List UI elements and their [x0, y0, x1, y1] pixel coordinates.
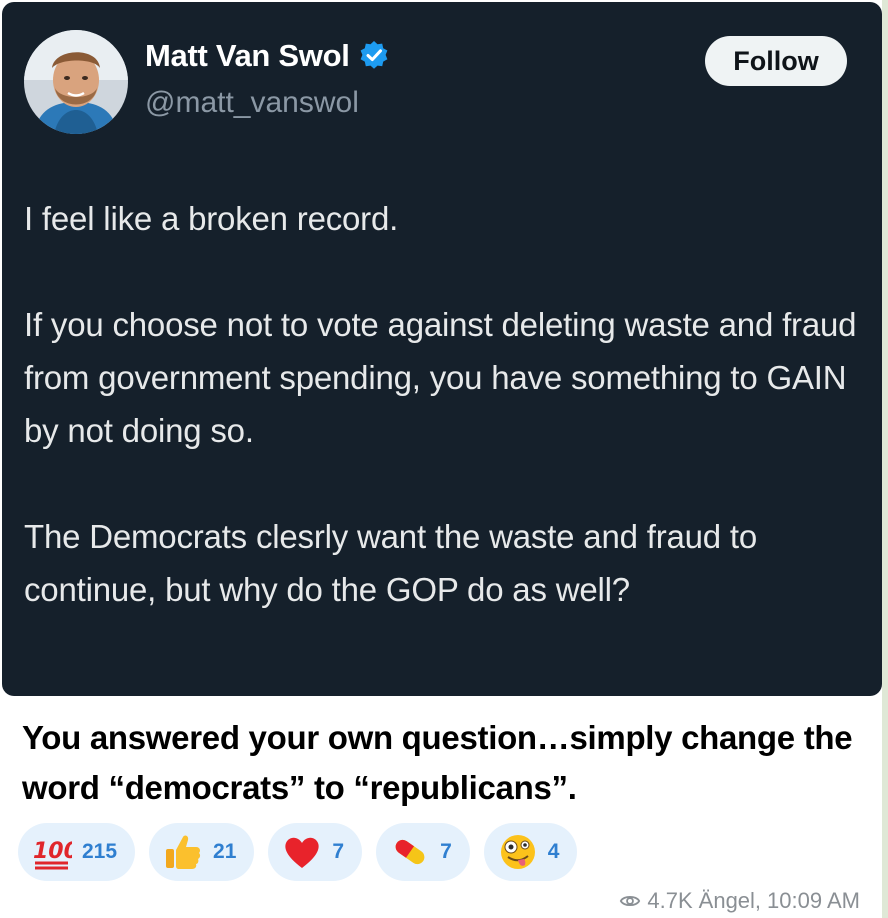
reaction-count: 7: [440, 840, 452, 863]
verified-badge-icon: [360, 41, 387, 69]
tweet-paragraph: If you choose not to vote against deleti…: [24, 306, 857, 449]
pill-icon: [390, 832, 430, 872]
display-name[interactable]: Matt Van Swol: [145, 38, 350, 74]
view-count: 4.7K: [647, 888, 693, 913]
zany-face-icon: [498, 832, 538, 872]
reaction-hundred[interactable]: 100 215: [18, 823, 136, 881]
tweet-paragraph: I feel like a broken record.: [24, 200, 399, 237]
reaction-count: 215: [82, 840, 118, 863]
tweet-paragraph: The Democrats clesrly want the waste and…: [24, 518, 758, 608]
avatar[interactable]: [24, 30, 128, 134]
reaction-zany-face[interactable]: 4: [483, 823, 578, 881]
chat-background-edge: [882, 0, 888, 918]
author-row: Matt Van Swol: [145, 38, 390, 74]
reaction-bar: 100 215 21 7: [18, 823, 578, 881]
reaction-heart[interactable]: 7: [268, 823, 363, 881]
tweet-body: I feel like a broken record. If you choo…: [24, 192, 869, 616]
reaction-count: 7: [332, 840, 345, 863]
follow-button[interactable]: Follow: [705, 36, 847, 86]
eye-icon: [620, 895, 641, 907]
message-caption: You answered your own question…simply ch…: [22, 719, 853, 806]
reaction-pill[interactable]: 7: [376, 823, 470, 881]
message-time: 10:09 AM: [767, 888, 860, 913]
red-heart-icon: [282, 832, 322, 872]
reaction-count: 4: [547, 840, 560, 863]
hundred-points-icon: 100: [32, 832, 72, 872]
svg-text:100: 100: [33, 839, 72, 864]
reaction-thumbs-up[interactable]: 21: [149, 823, 255, 881]
message-author: Ängel,: [698, 888, 762, 913]
author-handle[interactable]: @matt_vanswol: [145, 86, 359, 120]
tweet-screenshot-card: Matt Van Swol @matt_vanswol Follow I fee…: [2, 2, 882, 696]
message-meta: 4.7K Ängel, 10:09 AM: [619, 888, 860, 914]
thumbs-up-icon: [163, 832, 203, 872]
reaction-count: 21: [213, 840, 237, 863]
avatar-photo: [24, 30, 128, 134]
